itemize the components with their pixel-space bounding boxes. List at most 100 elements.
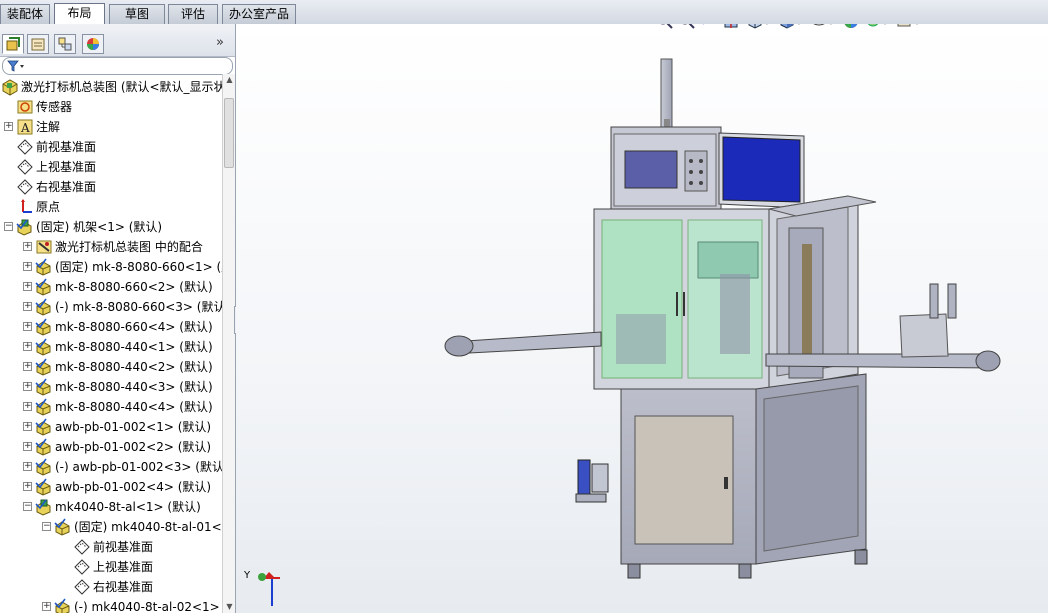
property-manager-icon [31,38,45,51]
part-icon [35,258,53,276]
scroll-up-arrow-icon[interactable]: ▲ [223,74,235,86]
plane-icon [16,138,34,156]
tree-item-label: (固定) mk-8-8080-660<1> (默 [55,260,222,274]
feature-manager-tab[interactable] [2,34,24,54]
laser-marking-machine-model [444,58,1001,579]
plane-icon [73,578,91,596]
tree-item-label: (固定) 机架<1> (默认) [36,220,163,234]
configuration-manager-tab[interactable] [54,34,76,54]
command-manager-tabs: 装配体 布局 草图 评估 办公室产品 [0,0,1048,25]
tree-item-label: (-) awb-pb-01-002<3> (默认) [55,460,222,474]
expand-node-icon[interactable]: + [23,402,32,411]
part-icon [35,458,53,476]
tree-item-label: mk-8-8080-440<2> (默认) [55,360,213,374]
coordinate-triad: Y [244,570,280,606]
sensor-icon [16,98,34,116]
expand-node-icon[interactable]: + [23,342,32,351]
part-icon [54,598,72,613]
expand-node-icon[interactable]: + [23,242,32,251]
expand-node-icon[interactable]: + [4,122,13,131]
tab-sketch[interactable]: 草图 [109,4,165,24]
part-icon [35,358,53,376]
scroll-thumb[interactable] [224,98,234,168]
tree-item-label: mk-8-8080-660<2> (默认) [55,280,213,294]
part-icon [54,518,72,536]
expand-node-icon[interactable]: + [42,602,51,611]
tree-item-label: 传感器 [36,100,73,114]
tab-assembly[interactable]: 装配体 [0,4,50,24]
assembly-icon [2,79,18,96]
expand-node-icon[interactable]: + [23,362,32,371]
plane-icon [16,178,34,196]
expand-node-icon[interactable]: + [23,482,32,491]
expand-node-icon[interactable]: + [23,382,32,391]
part-icon [35,478,53,496]
part-icon [35,398,53,416]
panel-tabs: » [0,24,235,57]
tree-item-label: awb-pb-01-002<1> (默认) [55,420,212,434]
expand-node-icon[interactable]: + [23,302,32,311]
tab-office-products[interactable]: 办公室产品 [222,4,296,24]
tree-item-label: 激光打标机总装图 中的配合 [55,240,203,254]
subassembly-icon [35,498,53,516]
collapse-node-icon[interactable]: − [23,502,32,511]
tab-evaluate[interactable]: 评估 [168,4,218,24]
collapse-node-icon[interactable]: − [42,522,51,531]
tree-item-label: 前视基准面 [93,540,154,554]
tree-item-label: mk4040-8t-al<1> (默认) [55,500,201,514]
svg-text:A: A [20,121,30,135]
feature-manager-panel: » 激光打标机总装图 (默认<默认_显示状 传感器 + A 注解 前视基准面 上视基准面右… [0,24,236,613]
expand-node-icon[interactable]: + [23,422,32,431]
tree-item-label: awb-pb-01-002<2> (默认) [55,440,212,454]
feature-tree-icon [6,37,20,51]
part-icon [35,338,53,356]
tree-item-label: 原点 [36,200,61,214]
tree-item-label: 注解 [36,120,61,134]
part-icon [35,378,53,396]
tree-item-label: 上视基准面 [36,160,97,174]
part-icon [35,318,53,336]
expand-node-icon[interactable]: + [23,462,32,471]
tree-scrollbar[interactable]: ▲ ▼ [222,74,235,613]
display-manager-tab[interactable] [82,34,104,54]
expand-node-icon[interactable]: + [23,322,32,331]
part-icon [35,418,53,436]
mates-icon [35,238,53,256]
tree-item-label: mk-8-8080-440<4> (默认) [55,400,213,414]
collapse-node-icon[interactable]: − [4,222,13,231]
subassembly-icon [16,218,34,236]
triad-y-label: Y [244,570,251,581]
origin-icon [16,198,34,216]
graphics-area[interactable]: ▾▾▾▾▾ [236,24,1048,613]
plane-icon [16,158,34,176]
tree-item-label: (-) mk4040-8t-al-02<1> ( [74,600,222,613]
part-icon [35,438,53,456]
tree-item-label: mk-8-8080-440<1> (默认) [55,340,213,354]
tree-item-label: (-) mk-8-8080-660<3> (默认) [55,300,222,314]
display-manager-icon [87,38,99,50]
tree-item-label: 上视基准面 [93,560,154,574]
tree-item-label: mk-8-8080-440<3> (默认) [55,380,213,394]
plane-icon [73,558,91,576]
tree-item-label: 前视基准面 [36,140,97,154]
plane-icon [73,538,91,556]
tab-layout[interactable]: 布局 [54,3,105,25]
configuration-manager-icon [58,37,72,51]
expand-node-icon[interactable]: + [23,282,32,291]
expand-node-icon[interactable]: + [23,442,32,451]
scroll-down-arrow-icon[interactable]: ▼ [223,601,235,613]
tree-item-label: 右视基准面 [93,580,154,594]
annotation-icon: A [16,118,34,136]
filter-funnel-icon [7,60,24,72]
feature-tree: 激光打标机总装图 (默认<默认_显示状 传感器 + A 注解 前视基准面 上视基准面 右视基… [0,74,222,613]
filter-bar[interactable] [2,57,233,75]
expand-panel-arrows[interactable]: » [216,35,224,50]
tree-item-label: mk-8-8080-660<4> (默认) [55,320,213,334]
part-icon [35,278,53,296]
expand-node-icon[interactable]: + [23,262,32,271]
tree-root-label: 激光打标机总装图 (默认<默认_显示状 [21,80,222,94]
tree-item-label: 右视基准面 [36,180,97,194]
property-manager-tab[interactable] [27,34,49,54]
part-icon [35,298,53,316]
tree-item-label: awb-pb-01-002<4> (默认) [55,480,212,494]
